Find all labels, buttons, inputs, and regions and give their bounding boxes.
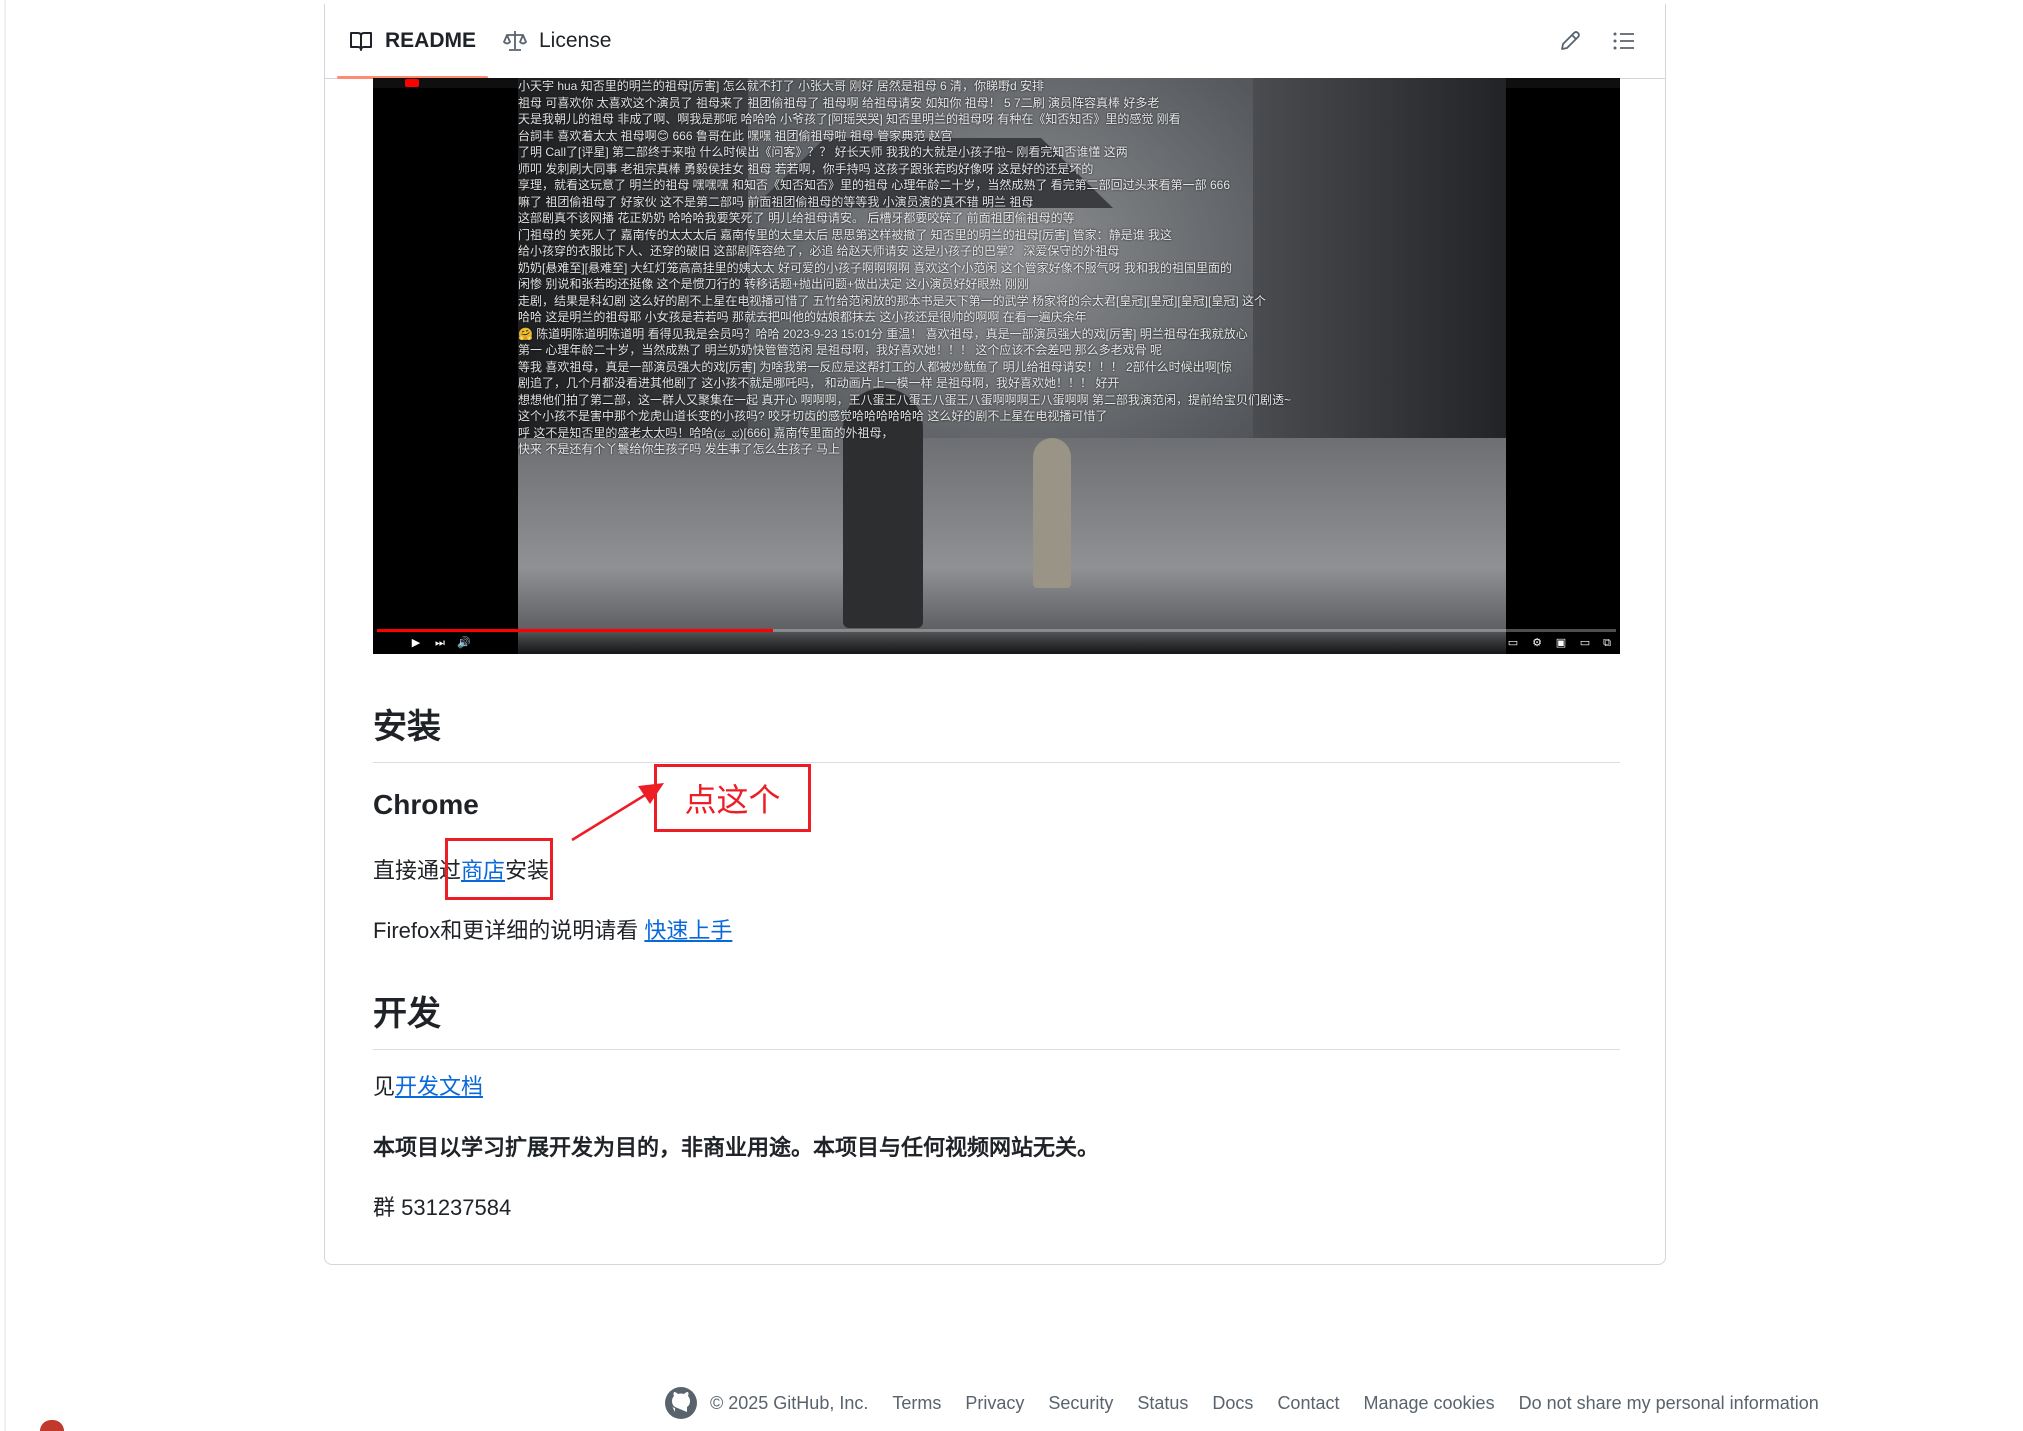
danmaku-line: 给小孩穿的衣服比下人、还穿的破旧 这部剧阵容绝了，必追 给赵天师请安 这是小孩子… — [518, 244, 1120, 258]
volume-icon[interactable]: 🔊 — [457, 637, 471, 649]
danmaku-line: 想想他们拍了第二部，这一群人又聚集在一起 真开心 啊啊啊，王八蛋王八蛋王八蛋王八… — [518, 392, 1292, 407]
danmaku-line: 了明 Call了[评星] 第二部终于来啦 什么时候出《问客》？？ 好长天师 我我… — [518, 145, 1128, 159]
play-icon[interactable]: ▶ — [409, 637, 423, 649]
chrome-install-paragraph: 直接通过商店安装 — [373, 853, 1620, 885]
danmaku-line: 第一 心理年龄二十岁，当然成熟了 明兰奶奶快管管范闲 是祖母啊，我好喜欢她！！！… — [518, 343, 1163, 357]
footer-link-status[interactable]: Status — [1137, 1393, 1188, 1414]
captions-icon[interactable]: ▭ — [1506, 637, 1520, 649]
annotation-label: 点这个 — [684, 782, 781, 818]
danmaku-line: 闲惨 别说和张若昀还挺像 这个是惯刀行的 转移话题+抛出问题+做出决定 这小演员… — [518, 277, 1029, 291]
readme-card: README License 小天宇 hua 知否里的明兰的祖母[厉害] 怎么就… — [324, 4, 1666, 1265]
dev-paragraph: 见开发文档 — [373, 1069, 1620, 1101]
group-number: 群 531237584 — [373, 1195, 512, 1220]
video-screenshot: 小天宇 hua 知否里的明兰的祖母[厉害] 怎么就不打了 小张大哥 刚好 居然是… — [373, 78, 1620, 654]
youtube-logo — [405, 79, 419, 87]
miniplayer-icon[interactable]: ▣ — [1554, 637, 1568, 649]
theater-icon[interactable]: ▭ — [1578, 637, 1592, 649]
danmaku-line: 哈哈 这是明兰的祖母耶 小女孩是若若吗 那就去把叫他的姑娘都抹去 这小孩还是很帅… — [518, 310, 1087, 324]
danmaku-line: 奶奶[悬难至][悬难至] 大红灯笼高高挂里的姨太太 好可爱的小孩子啊啊啊啊 喜欢… — [518, 260, 1233, 275]
footer-link-contact[interactable]: Contact — [1277, 1393, 1339, 1414]
readme-tabbar: README License — [325, 4, 1665, 79]
danmaku-line: 享理，就看这玩意了 明兰的祖母 嘿嘿嘿 和知否《知否知否》里的祖母 心理年龄二十… — [518, 178, 1231, 192]
danmaku-line: 走剧，结果是科幻剧 这么好的剧不上星在电视播可惜了 五竹给范闲放的那本书是天下第… — [518, 293, 1267, 308]
danmaku-line: 天是我朝儿的祖母 非成了啊、啊我是那呢 哈哈哈 小爷孩了[阿瑶哭哭] 知否里明兰… — [518, 112, 1181, 126]
github-mark-icon[interactable] — [664, 1386, 698, 1420]
next-icon[interactable]: ⏭ — [433, 637, 447, 649]
danmaku-overlay: 小天宇 hua 知否里的明兰的祖母[厉害] 怎么就不打了 小张大哥 刚好 居然是… — [518, 78, 1506, 478]
player-progress[interactable] — [377, 629, 1616, 632]
danmaku-line: 门祖母的 笑死人了 嘉南传的太太太后 嘉南传里的太皇太后 思思第这样被撤了 知否… — [518, 227, 1173, 242]
danmaku-line: 台詞丰 喜欢着太太 祖母啊😊 666 鲁哥在此 嘿嘿 祖团偷祖母啦 祖母 管家典… — [518, 128, 953, 143]
footer-link-terms[interactable]: Terms — [892, 1393, 941, 1414]
danmaku-line: 快来 不是还有个丫鬟给你生孩子吗 发生事了怎么生孩子 马上 — [518, 442, 841, 456]
player-controls: ▶ ⏭ 🔊 ▭ ⚙ ▣ ▭ ⧉ — [373, 628, 1620, 654]
tab-license-label: License — [539, 29, 612, 52]
tab-readme[interactable]: README — [336, 4, 489, 79]
edit-readme-button[interactable] — [1555, 26, 1585, 56]
danmaku-line: 剧追了，几个月都没看进其他剧了 这小孩不就是哪吒吗， 和动画片上一模一样 是祖母… — [518, 376, 1120, 390]
footer-copyright: © 2025 GitHub, Inc. — [710, 1392, 869, 1413]
outline-button[interactable] — [1609, 26, 1639, 56]
danmaku-line: 师叩 发刺刷大同事 老祖宗真棒 勇毅侯挂女 祖母 若若啊，你手持吗 这孩子跟张若… — [518, 161, 1094, 176]
tab-license[interactable]: License — [503, 4, 611, 78]
heading-install: 安装 — [373, 699, 1620, 763]
footer-link-do-not-share[interactable]: Do not share my personal information — [1519, 1393, 1819, 1414]
danmaku-line: 这个小孩不是害中那个龙虎山道长变的小孩吗? 咬牙切齿的感觉哈哈哈哈哈哈 这么好的… — [518, 409, 1108, 423]
danmaku-line: 🤗 陈道明陈道明陈道明 看得见我是会员吗？哈哈 2023-9-23 15:01分… — [518, 326, 1248, 341]
site-footer: © 2025 GitHub, Inc. Terms Privacy Securi… — [664, 1383, 1843, 1423]
disclaimer: 本项目以学习扩展开发为目的，非商业用途。本项目与任何视频网站无关。 — [373, 1135, 1100, 1160]
footer-link-security[interactable]: Security — [1048, 1393, 1113, 1414]
firefox-text: Firefox和更详细的说明请看 — [373, 918, 645, 943]
footer-link-privacy[interactable]: Privacy — [965, 1393, 1024, 1414]
settings-icon[interactable]: ⚙ — [1530, 637, 1544, 649]
quickstart-link[interactable]: 快速上手 — [644, 918, 732, 943]
heading-dev: 开发 — [373, 986, 1620, 1050]
danmaku-line: 小天宇 hua 知否里的明兰的祖母[厉害] 怎么就不打了 小张大哥 刚好 居然是… — [518, 79, 1045, 93]
danmaku-line: 祖母 可喜欢你 太喜欢这个演员了 祖母来了 祖团偷祖母了 祖母啊 给祖母请安 如… — [518, 95, 1160, 110]
danmaku-line: 嘛了 祖团偷祖母了 好家伙 这不是第二部吗 前面祖团偷祖母的等等我 小演员演的真… — [518, 194, 1034, 209]
annotation-callout: 点这个 — [654, 764, 811, 832]
book-icon — [350, 32, 372, 51]
law-scale-icon — [503, 31, 527, 51]
pencil-icon — [1561, 31, 1580, 50]
firefox-paragraph: Firefox和更详细的说明请看 快速上手 — [373, 913, 1620, 945]
dev-text-before: 见 — [373, 1074, 396, 1099]
list-unordered-icon — [1613, 32, 1634, 50]
danmaku-line: 等我 喜欢祖母，真是一部演员强大的戏[厉害] 为啥我第一反应是这帮打工的人都被炒… — [518, 359, 1233, 374]
footer-link-docs[interactable]: Docs — [1212, 1393, 1253, 1414]
danmaku-line: 这部剧真不该网播 花正奶奶 哈哈哈我要笑死了 明儿给祖母请安。 后槽牙都要咬碎了… — [518, 211, 1075, 225]
taskbar-badge — [40, 1420, 64, 1431]
page-left-edge — [4, 0, 6, 1431]
footer-link-manage-cookies[interactable]: Manage cookies — [1363, 1393, 1494, 1414]
cast-icon[interactable]: ⧉ — [1600, 637, 1614, 649]
annotation-highlight-box — [445, 838, 553, 900]
tab-readme-label: README — [385, 29, 477, 52]
danmaku-line: 呼 这不是知否里的盛老太太吗！哈哈(ಥ_ಥ)[666] 嘉南传里面的外祖母， — [518, 425, 894, 440]
dev-docs-link[interactable]: 开发文档 — [395, 1074, 483, 1099]
